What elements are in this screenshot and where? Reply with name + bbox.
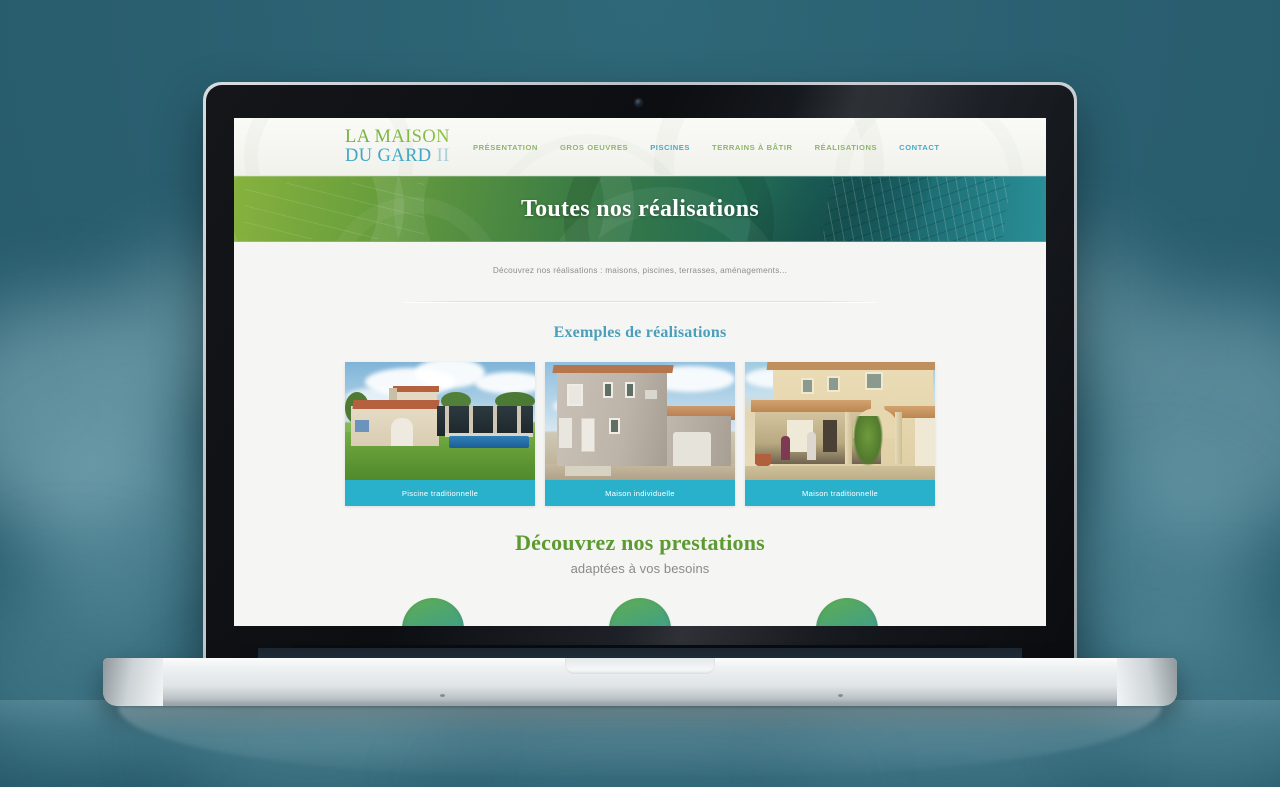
laptop-screen-viewport: LA MAISON DU GARD II PRÉSENTATION GROS O… — [234, 118, 1046, 626]
realisation-card[interactable]: Maison traditionnelle — [745, 362, 935, 506]
logo-line-2: DU GARD II — [345, 145, 450, 166]
laptop-reflection — [118, 706, 1162, 776]
website-page: LA MAISON DU GARD II PRÉSENTATION GROS O… — [234, 118, 1046, 626]
laptop-base-notch — [565, 658, 715, 674]
nav-item-piscines[interactable]: PISCINES — [639, 143, 701, 152]
hero-blueprint-lines-left — [244, 183, 424, 239]
laptop-foot — [838, 694, 843, 697]
card-caption: Maison traditionnelle — [745, 480, 935, 506]
prestations-title: Découvrez nos prestations — [515, 530, 765, 555]
two-storey-house-photo — [545, 362, 735, 480]
section-divider — [405, 301, 875, 302]
site-header: LA MAISON DU GARD II PRÉSENTATION GROS O… — [234, 118, 1046, 176]
intro-text: Découvrez nos réalisations : maisons, pi… — [492, 266, 788, 275]
realisation-card[interactable]: Piscine traditionnelle — [345, 362, 535, 506]
intro-section: Découvrez nos réalisations : maisons, pi… — [234, 242, 1046, 302]
hero-ring-decoration — [324, 197, 504, 241]
hero-ring-decoration — [234, 177, 404, 241]
examples-heading: Exemples de réalisations — [553, 324, 727, 341]
logo-line-1: LA MAISON — [345, 127, 450, 147]
webcam-icon — [635, 99, 642, 106]
service-circle-2[interactable] — [609, 598, 671, 626]
hero-banner: Toutes nos réalisations — [234, 176, 1046, 242]
prestations-icon-row — [234, 598, 1046, 626]
nav-item-contact[interactable]: CONTACT — [888, 143, 950, 152]
prestations-section: Découvrez nos prestations adaptées à vos… — [234, 530, 1046, 626]
nav-item-gros-oeuvres[interactable]: GROS OEUVRES — [549, 143, 639, 152]
house-with-pool-photo — [345, 362, 535, 480]
card-caption: Piscine traditionnelle — [345, 480, 535, 506]
logo-line-2-suffix: II — [436, 145, 450, 166]
laptop-base-left-edge — [103, 658, 163, 706]
site-logo[interactable]: LA MAISON DU GARD II — [345, 128, 450, 166]
traditional-house-terrace-photo — [745, 362, 935, 480]
nav-item-realisations[interactable]: RÉALISATIONS — [804, 143, 889, 152]
prestations-subtitle: adaptées à vos besoins — [570, 561, 710, 576]
laptop-base-right-edge — [1117, 658, 1177, 706]
main-navigation: PRÉSENTATION GROS OEUVRES PISCINES TERRA… — [462, 118, 1046, 175]
nav-item-terrains-a-batir[interactable]: TERRAINS À BÂTIR — [701, 143, 804, 152]
laptop-mockup: LA MAISON DU GARD II PRÉSENTATION GROS O… — [0, 0, 1280, 787]
service-circle-1[interactable] — [402, 598, 464, 626]
hero-shadow-wedge — [745, 177, 933, 241]
hero-blueprint-grid — [819, 177, 1013, 241]
realisation-card[interactable]: Maison individuelle — [545, 362, 735, 506]
page-title: Toutes nos réalisations — [520, 195, 760, 222]
logo-line-2-main: DU GARD — [345, 145, 437, 166]
card-caption: Maison individuelle — [545, 480, 735, 506]
realisations-card-grid: Piscine traditionnelle Maison individuel… — [234, 362, 1046, 506]
nav-item-presentation[interactable]: PRÉSENTATION — [462, 143, 549, 152]
laptop-foot — [440, 694, 445, 697]
hero-teal-overlay — [756, 177, 1046, 241]
service-circle-3[interactable] — [816, 598, 878, 626]
